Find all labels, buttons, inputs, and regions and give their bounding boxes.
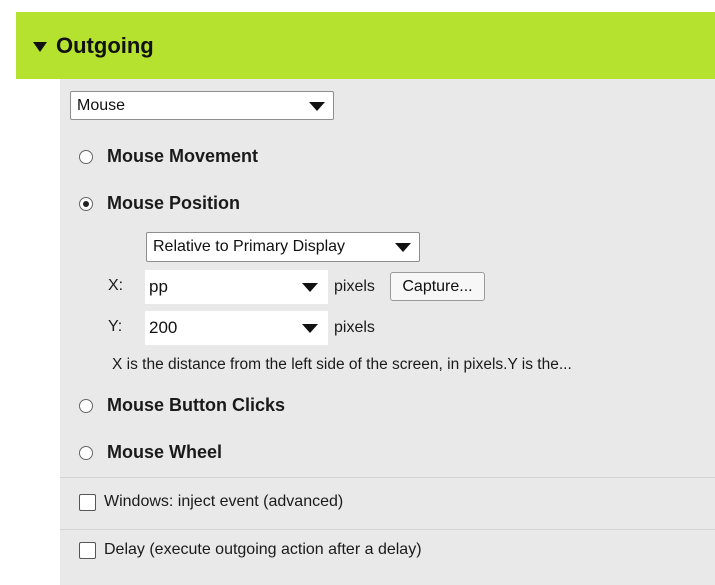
y-value: 200 xyxy=(149,318,178,337)
delay-option[interactable]: Delay (execute outgoing action after a d… xyxy=(79,541,422,559)
option-label: Mouse Position xyxy=(107,193,241,213)
divider xyxy=(60,477,715,478)
section-title: Outgoing xyxy=(56,32,154,58)
capture-button[interactable]: Capture... xyxy=(390,272,485,301)
option-label: Mouse Movement xyxy=(107,146,259,166)
x-label: X: xyxy=(108,277,124,294)
radio-mouse-position[interactable] xyxy=(79,196,93,211)
x-value: pp xyxy=(149,277,168,296)
action-type-select[interactable]: Mouse xyxy=(70,91,334,120)
x-unit-label: pixels xyxy=(334,278,375,295)
dropdown-arrow-icon xyxy=(302,283,318,292)
inject-event-label: Windows: inject event (advanced) xyxy=(104,493,344,510)
option-mouse-movement[interactable]: Mouse Movement xyxy=(79,146,258,167)
inject-event-checkbox[interactable] xyxy=(79,493,96,511)
x-coordinate-combobox[interactable]: pp xyxy=(145,270,328,304)
dropdown-arrow-icon xyxy=(309,101,325,111)
relative-to-select[interactable]: Relative to Primary Display xyxy=(146,232,420,262)
radio-mouse-wheel[interactable] xyxy=(79,445,93,460)
dropdown-arrow-icon xyxy=(302,324,318,333)
caret-down-icon[interactable] xyxy=(33,41,47,52)
y-coordinate-combobox[interactable]: 200 xyxy=(145,311,328,345)
delay-label: Delay (execute outgoing action after a d… xyxy=(104,541,422,558)
inject-event-option[interactable]: Windows: inject event (advanced) xyxy=(79,493,343,511)
relative-to-value: Relative to Primary Display xyxy=(153,238,346,255)
divider xyxy=(60,529,715,530)
option-mouse-position[interactable]: Mouse Position xyxy=(79,193,240,214)
option-mouse-wheel[interactable]: Mouse Wheel xyxy=(79,442,222,463)
outgoing-section-header[interactable]: Outgoing xyxy=(16,12,715,79)
position-hint-text: X is the distance from the left side of … xyxy=(112,356,572,373)
option-label: Mouse Button Clicks xyxy=(107,395,286,415)
y-unit-label: pixels xyxy=(334,319,375,336)
delay-checkbox[interactable] xyxy=(79,541,96,559)
outgoing-settings-panel: Outgoing Mouse Mouse Movement Mouse Posi… xyxy=(0,0,715,585)
y-label: Y: xyxy=(108,318,123,335)
option-mouse-button-clicks[interactable]: Mouse Button Clicks xyxy=(79,395,285,416)
radio-mouse-movement[interactable] xyxy=(79,149,93,164)
option-label: Mouse Wheel xyxy=(107,442,223,462)
dropdown-arrow-icon xyxy=(395,243,411,252)
radio-mouse-button-clicks[interactable] xyxy=(79,398,93,413)
action-type-value: Mouse xyxy=(77,96,126,114)
